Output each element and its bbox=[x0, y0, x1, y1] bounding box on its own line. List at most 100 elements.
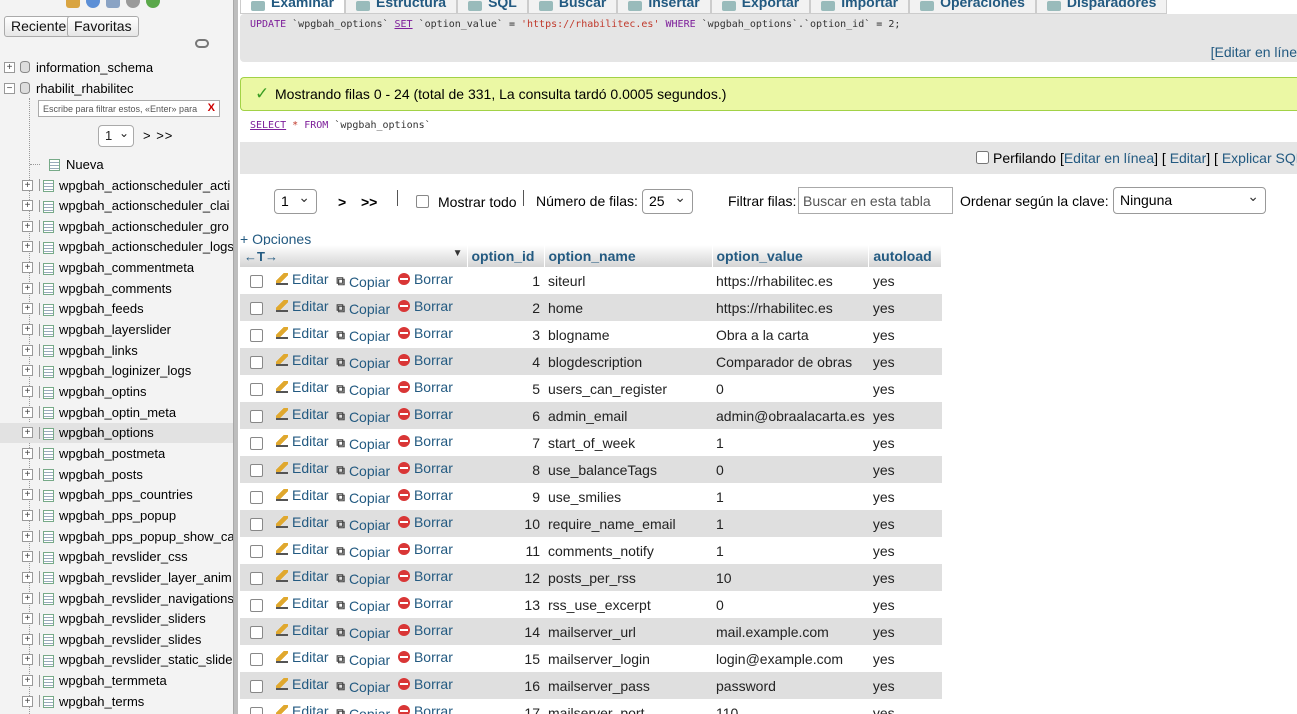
sidebar-table-item[interactable]: + wpgbah_revslider_sliders bbox=[0, 609, 233, 629]
delete-row-button[interactable]: Borrar bbox=[397, 325, 453, 341]
tab-sql[interactable]: SQL bbox=[457, 0, 528, 14]
copy-row-button[interactable]: ⧉ Copiar bbox=[336, 679, 390, 695]
sidebar-table-item[interactable]: + wpgbah_layerslider bbox=[0, 320, 233, 340]
expand-icon[interactable]: + bbox=[22, 427, 33, 439]
table-name[interactable]: wpgbah_pps_popup bbox=[59, 508, 176, 523]
cell-option-name[interactable]: mailserver_login bbox=[544, 645, 712, 672]
edit-row-button[interactable]: Editar bbox=[276, 676, 329, 692]
edit-row-button[interactable]: Editar bbox=[276, 325, 329, 341]
sidebar-page-select[interactable]: 1 bbox=[98, 123, 134, 147]
delete-row-button[interactable]: Borrar bbox=[397, 406, 453, 422]
tab-examinar[interactable]: Examinar bbox=[240, 0, 346, 14]
database-name[interactable]: information_schema bbox=[36, 60, 153, 75]
table-name[interactable]: wpgbah_options bbox=[59, 425, 154, 440]
cell-autoload[interactable]: yes bbox=[868, 267, 942, 294]
cell-option-value[interactable]: login@example.com bbox=[712, 645, 869, 672]
delete-row-button[interactable]: Borrar bbox=[397, 541, 453, 557]
cell-option-value[interactable]: Obra a la carta bbox=[712, 321, 869, 348]
cell-option-value[interactable]: 0 bbox=[712, 591, 869, 618]
expand-icon[interactable]: + bbox=[22, 571, 33, 583]
cell-autoload[interactable]: yes bbox=[868, 348, 942, 375]
cell-option-value[interactable]: 0 bbox=[712, 456, 869, 483]
cell-option-value[interactable]: mail.example.com bbox=[712, 618, 869, 645]
delete-row-button[interactable]: Borrar bbox=[397, 649, 453, 665]
cell-autoload[interactable]: yes bbox=[868, 645, 942, 672]
explain-sql-link[interactable]: Explicar SQL bbox=[1222, 150, 1297, 166]
edit-row-button[interactable]: Editar bbox=[276, 595, 329, 611]
row-checkbox[interactable] bbox=[250, 518, 263, 532]
tab-importar[interactable]: Importar bbox=[810, 0, 910, 14]
sidebar-table-item[interactable]: + wpgbah_actionscheduler_gro bbox=[0, 216, 233, 236]
edit-row-button[interactable]: Editar bbox=[276, 352, 329, 368]
cell-option-name[interactable]: mailserver_port bbox=[544, 699, 712, 714]
cell-autoload[interactable]: yes bbox=[868, 618, 942, 645]
table-name[interactable]: wpgbah_revslider_sliders bbox=[59, 611, 206, 626]
cell-option-value[interactable]: 1 bbox=[712, 537, 869, 564]
cell-option-name[interactable]: mailserver_pass bbox=[544, 672, 712, 699]
column-header-option-id[interactable]: option_id bbox=[467, 245, 545, 267]
delete-row-button[interactable]: Borrar bbox=[397, 514, 453, 530]
expand-icon[interactable]: + bbox=[22, 695, 33, 707]
table-name[interactable]: wpgbah_commentmeta bbox=[59, 260, 194, 275]
home-icon[interactable] bbox=[66, 0, 80, 8]
sort-key-select[interactable]: Ninguna bbox=[1113, 184, 1266, 214]
table-name[interactable]: wpgbah_optin_meta bbox=[59, 405, 176, 420]
link-with-main-icon[interactable] bbox=[195, 39, 209, 48]
tree-db-information-schema[interactable]: + information_schema bbox=[0, 57, 233, 77]
cell-option-name[interactable]: use_smilies bbox=[544, 483, 712, 510]
cell-option-id[interactable]: 3 bbox=[467, 321, 544, 348]
page-select[interactable]: 1 bbox=[274, 186, 317, 214]
table-name[interactable]: wpgbah_revslider_slides bbox=[59, 632, 201, 647]
cell-option-name[interactable]: blogname bbox=[544, 321, 712, 348]
copy-row-button[interactable]: ⧉ Copiar bbox=[336, 328, 390, 344]
expand-icon[interactable]: + bbox=[22, 468, 33, 480]
expand-icon[interactable]: + bbox=[22, 530, 33, 542]
cell-autoload[interactable]: yes bbox=[868, 429, 942, 456]
cell-option-name[interactable]: users_can_register bbox=[544, 375, 712, 402]
cell-option-value[interactable]: 10 bbox=[712, 564, 869, 591]
row-checkbox[interactable] bbox=[250, 356, 263, 370]
cell-option-value[interactable]: password bbox=[712, 672, 869, 699]
sidebar-table-item[interactable]: + wpgbah_links bbox=[0, 340, 233, 360]
sidebar-table-item[interactable]: + wpgbah_actionscheduler_clai bbox=[0, 196, 233, 216]
cell-option-name[interactable]: mailserver_url bbox=[544, 618, 712, 645]
recent-button[interactable]: Reciente bbox=[4, 16, 74, 37]
table-name[interactable]: wpgbah_loginizer_logs bbox=[59, 363, 191, 378]
cell-option-name[interactable]: blogdescription bbox=[544, 348, 712, 375]
delete-row-button[interactable]: Borrar bbox=[397, 298, 453, 314]
row-checkbox[interactable] bbox=[250, 680, 263, 694]
edit-inline-link[interactable]: Editar en línea bbox=[1064, 150, 1154, 166]
delete-row-button[interactable]: Borrar bbox=[397, 271, 453, 287]
expand-icon[interactable]: + bbox=[22, 282, 33, 294]
sidebar-table-item[interactable]: + wpgbah_optins bbox=[0, 382, 233, 402]
cell-option-id[interactable]: 4 bbox=[467, 348, 544, 375]
edit-link[interactable]: Editar bbox=[1170, 150, 1207, 166]
cell-option-id[interactable]: 11 bbox=[467, 537, 544, 564]
delete-row-button[interactable]: Borrar bbox=[397, 595, 453, 611]
expand-icon[interactable]: + bbox=[22, 654, 33, 666]
delete-row-button[interactable]: Borrar bbox=[397, 568, 453, 584]
row-checkbox[interactable] bbox=[250, 302, 263, 316]
sidebar-table-item[interactable]: + wpgbah_revslider_slides bbox=[0, 629, 233, 649]
table-name[interactable]: wpgbah_links bbox=[59, 343, 138, 358]
row-checkbox[interactable] bbox=[250, 545, 263, 559]
sidebar-table-item[interactable]: + wpgbah_actionscheduler_acti bbox=[0, 175, 233, 195]
cell-option-id[interactable]: 17 bbox=[467, 699, 544, 714]
edit-row-button[interactable]: Editar bbox=[276, 514, 329, 530]
cell-option-value[interactable]: https://rhabilitec.es bbox=[712, 294, 869, 321]
profiling-checkbox[interactable] bbox=[976, 151, 989, 164]
row-checkbox[interactable] bbox=[250, 626, 263, 640]
table-name[interactable]: wpgbah_revslider_static_slide bbox=[59, 652, 232, 667]
tab-operaciones[interactable]: Operaciones bbox=[909, 0, 1036, 14]
sidebar-table-item[interactable]: + wpgbah_loginizer_logs bbox=[0, 361, 233, 381]
cell-option-id[interactable]: 13 bbox=[467, 591, 544, 618]
expand-icon[interactable]: + bbox=[22, 613, 33, 625]
expand-icon[interactable]: + bbox=[22, 551, 33, 563]
delete-row-button[interactable]: Borrar bbox=[397, 487, 453, 503]
filter-rows-input[interactable]: Buscar en esta tabla bbox=[798, 187, 953, 214]
edit-row-button[interactable]: Editar bbox=[276, 649, 329, 665]
cell-option-value[interactable]: 1 bbox=[712, 510, 869, 537]
cell-option-value[interactable]: 110 bbox=[712, 699, 869, 714]
expand-icon[interactable]: + bbox=[22, 303, 33, 315]
table-name[interactable]: wpgbah_revslider_navigations bbox=[59, 591, 233, 606]
